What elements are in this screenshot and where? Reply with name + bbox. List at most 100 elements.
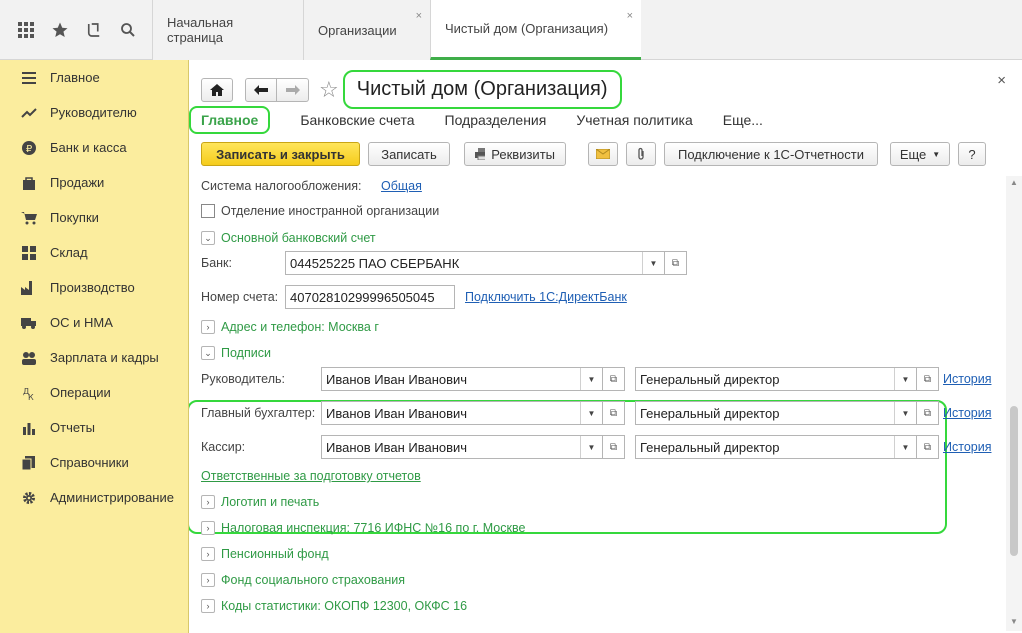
scroll-down-icon[interactable]: ▼ bbox=[1008, 617, 1020, 629]
sidebar-item-salary[interactable]: Зарплата и кадры bbox=[0, 340, 188, 375]
sidebar-item-main[interactable]: Главное bbox=[0, 60, 188, 95]
more-button[interactable]: Еще ▼ bbox=[890, 142, 950, 166]
sidebar-item-directories[interactable]: Справочники bbox=[0, 445, 188, 480]
open-icon[interactable]: ⧉ bbox=[665, 251, 687, 275]
bank-field[interactable]: 044525225 ПАО СБЕРБАНК ▼ bbox=[285, 251, 665, 275]
favorite-star-icon[interactable]: ☆ bbox=[319, 77, 339, 103]
tax-system-link[interactable]: Общая bbox=[381, 179, 422, 193]
collapse-icon[interactable]: ⌄ bbox=[201, 346, 215, 360]
dropdown-arrow-icon[interactable]: ▼ bbox=[580, 402, 602, 424]
directbank-link[interactable]: Подключить 1С:ДиректБанк bbox=[465, 290, 627, 304]
sidebar-item-sales[interactable]: Продажи bbox=[0, 165, 188, 200]
sidebar-item-manager[interactable]: Руководителю bbox=[0, 95, 188, 130]
history-icon[interactable] bbox=[80, 16, 108, 44]
expand-icon[interactable]: › bbox=[201, 547, 215, 561]
tab-accounting-policy[interactable]: Учетная политика bbox=[576, 112, 692, 128]
sidebar-item-bank[interactable]: ₽ Банк и касса bbox=[0, 130, 188, 165]
dropdown-arrow-icon[interactable]: ▼ bbox=[894, 402, 916, 424]
signer-position-field[interactable]: Генеральный директор ▼ bbox=[635, 367, 917, 391]
tax-office-section[interactable]: Налоговая инспекция: 7716 ИФНС №16 по г.… bbox=[221, 521, 525, 535]
save-and-close-button[interactable]: Записать и закрыть bbox=[201, 142, 360, 166]
forward-button[interactable] bbox=[277, 77, 309, 102]
back-button[interactable] bbox=[245, 77, 277, 102]
operations-icon: ДК bbox=[20, 384, 38, 402]
expand-icon[interactable]: › bbox=[201, 495, 215, 509]
toolbar: Записать и закрыть Записать Реквизиты По… bbox=[201, 142, 986, 166]
open-icon[interactable]: ⧉ bbox=[603, 401, 625, 425]
bank-section-title[interactable]: Основной банковский счет bbox=[221, 231, 376, 245]
signer-position-field[interactable]: Генеральный директор ▼ bbox=[635, 435, 917, 459]
dropdown-arrow-icon[interactable]: ▼ bbox=[894, 436, 916, 458]
signer-person-field[interactable]: Иванов Иван Иванович ▼ bbox=[321, 401, 603, 425]
details-button[interactable]: Реквизиты bbox=[464, 142, 566, 166]
bank-section-row: ⌄ Основной банковский счет bbox=[201, 231, 376, 245]
foreign-label: Отделение иностранной организации bbox=[221, 204, 440, 218]
scroll-up-icon[interactable]: ▲ bbox=[1008, 178, 1020, 190]
attach-button[interactable] bbox=[626, 142, 656, 166]
signer-position-field[interactable]: Генеральный директор ▼ bbox=[635, 401, 917, 425]
tab-departments[interactable]: Подразделения bbox=[445, 112, 547, 128]
tab-close-icon[interactable]: × bbox=[627, 10, 633, 22]
responsible-link[interactable]: Ответственные за подготовку отчетов bbox=[201, 469, 421, 483]
logo-section[interactable]: Логотип и печать bbox=[221, 495, 319, 509]
history-link[interactable]: История bbox=[943, 406, 991, 420]
home-button[interactable] bbox=[201, 77, 233, 102]
history-link[interactable]: История bbox=[943, 372, 991, 386]
close-icon[interactable]: × bbox=[997, 72, 1006, 89]
tab-bank-accounts[interactable]: Банковские счета bbox=[300, 112, 414, 128]
sidebar-item-production[interactable]: Производство bbox=[0, 270, 188, 305]
collapse-icon[interactable]: ⌄ bbox=[201, 231, 215, 245]
connect-reporting-button[interactable]: Подключение к 1С-Отчетности bbox=[664, 142, 878, 166]
signer-person-field[interactable]: Иванов Иван Иванович ▼ bbox=[321, 367, 603, 391]
sidebar-item-assets[interactable]: ОС и НМА bbox=[0, 305, 188, 340]
section-row: › Налоговая инспекция: 7716 ИФНС №16 по … bbox=[201, 521, 525, 535]
tab-bar: Начальная страница Организации × Чистый д… bbox=[152, 0, 641, 60]
social-fund-section[interactable]: Фонд социального страхования bbox=[221, 573, 405, 587]
save-button[interactable]: Записать bbox=[368, 142, 450, 166]
open-icon[interactable]: ⧉ bbox=[603, 367, 625, 391]
tab-more[interactable]: Еще... bbox=[723, 112, 763, 128]
sidebar-item-warehouse[interactable]: Склад bbox=[0, 235, 188, 270]
dropdown-arrow-icon[interactable]: ▼ bbox=[642, 252, 664, 274]
open-icon[interactable]: ⧉ bbox=[917, 367, 939, 391]
address-section[interactable]: Адрес и телефон: Москва г bbox=[221, 320, 379, 334]
help-button[interactable]: ? bbox=[958, 142, 986, 166]
cart-icon bbox=[20, 209, 38, 227]
favorites-star-icon[interactable] bbox=[46, 16, 74, 44]
statistics-codes-section[interactable]: Коды статистики: ОКОПФ 12300, ОКФС 16 bbox=[221, 599, 467, 613]
account-field[interactable]: 40702810299996505045 bbox=[285, 285, 455, 309]
tab-organizations[interactable]: Организации × bbox=[303, 0, 430, 60]
section-row: › Логотип и печать bbox=[201, 495, 319, 509]
truck-icon bbox=[20, 314, 38, 332]
scroll-thumb[interactable] bbox=[1010, 406, 1018, 556]
sidebar-item-reports[interactable]: Отчеты bbox=[0, 410, 188, 445]
open-icon[interactable]: ⧉ bbox=[603, 435, 625, 459]
apps-grid-icon[interactable] bbox=[12, 16, 40, 44]
scrollbar[interactable]: ▲ ▼ bbox=[1006, 176, 1022, 631]
open-icon[interactable]: ⧉ bbox=[917, 401, 939, 425]
signatures-title[interactable]: Подписи bbox=[221, 346, 271, 360]
pension-fund-section[interactable]: Пенсионный фонд bbox=[221, 547, 329, 561]
open-icon[interactable]: ⧉ bbox=[917, 435, 939, 459]
tab-home[interactable]: Начальная страница bbox=[152, 0, 303, 60]
signer-person-field[interactable]: Иванов Иван Иванович ▼ bbox=[321, 435, 603, 459]
search-icon[interactable] bbox=[114, 16, 142, 44]
tab-main[interactable]: Главное bbox=[189, 106, 271, 134]
history-link[interactable]: История bbox=[943, 440, 991, 454]
dropdown-arrow-icon[interactable]: ▼ bbox=[580, 368, 602, 390]
bag-icon bbox=[20, 174, 38, 192]
expand-icon[interactable]: › bbox=[201, 320, 215, 334]
email-button[interactable] bbox=[588, 142, 618, 166]
sidebar-item-operations[interactable]: ДК Операции bbox=[0, 375, 188, 410]
sidebar-item-purchases[interactable]: Покупки bbox=[0, 200, 188, 235]
foreign-checkbox[interactable] bbox=[201, 204, 215, 218]
tab-organization-card[interactable]: Чистый дом (Организация) × bbox=[430, 0, 641, 60]
tab-close-icon[interactable]: × bbox=[416, 10, 422, 22]
expand-icon[interactable]: › bbox=[201, 599, 215, 613]
expand-icon[interactable]: › bbox=[201, 521, 215, 535]
svg-text:₽: ₽ bbox=[26, 144, 33, 155]
expand-icon[interactable]: › bbox=[201, 573, 215, 587]
dropdown-arrow-icon[interactable]: ▼ bbox=[580, 436, 602, 458]
sidebar-item-admin[interactable]: Администрирование bbox=[0, 480, 188, 515]
dropdown-arrow-icon[interactable]: ▼ bbox=[894, 368, 916, 390]
